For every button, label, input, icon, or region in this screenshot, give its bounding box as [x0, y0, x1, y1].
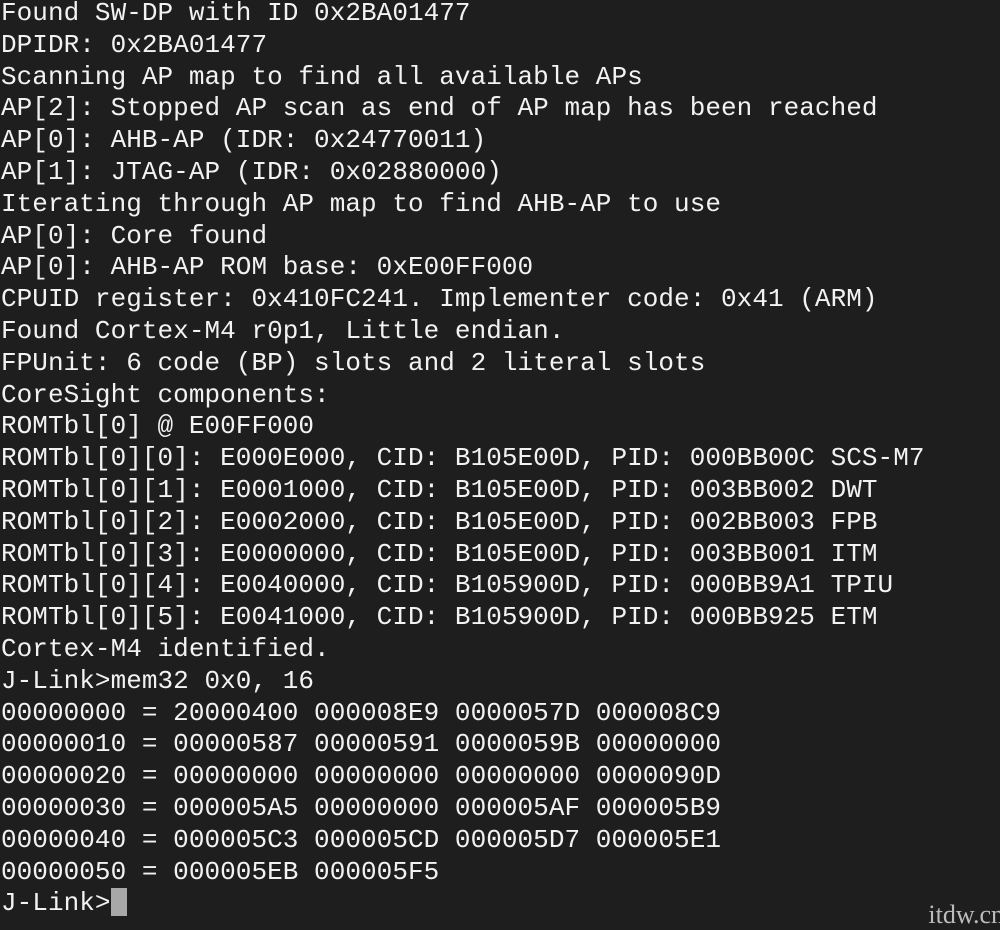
terminal-line: AP[0]: Core found [1, 220, 268, 251]
terminal-line: ROMTbl[0][4]: E0040000, CID: B105900D, P… [1, 570, 894, 601]
terminal-line: ROMTbl[0][1]: E0001000, CID: B105E00D, P… [1, 474, 878, 505]
terminal-line: AP[0]: AHB-AP (IDR: 0x24770011) [1, 125, 487, 156]
prompt-line[interactable]: J-Link> [1, 888, 925, 920]
terminal-line: 00000010 = 00000587 00000591 0000059B 00… [1, 729, 722, 760]
terminal-line: 00000020 = 00000000 00000000 00000000 00… [1, 761, 722, 792]
terminal-line: 00000050 = 000005EB 000005F5 [1, 856, 440, 887]
cursor [110, 888, 127, 917]
terminal-line: ROMTbl[0][0]: E000E000, CID: B105E00D, P… [1, 443, 925, 474]
terminal-line: FPUnit: 6 code (BP) slots and 2 literal … [1, 347, 706, 378]
terminal-line: Found SW-DP with ID 0x2BA01477 [1, 0, 471, 28]
terminal-line: Iterating through AP map to find AHB-AP … [1, 188, 722, 219]
terminal-line: ROMTbl[0][5]: E0041000, CID: B105900D, P… [1, 602, 878, 633]
terminal-line: CoreSight components: [1, 379, 330, 410]
terminal-line: Found Cortex-M4 r0p1, Little endian. [1, 315, 565, 346]
terminal-line: DPIDR: 0x2BA01477 [1, 29, 268, 60]
terminal-line: J-Link>mem32 0x0, 16 [1, 665, 315, 696]
terminal-line: AP[1]: JTAG-AP (IDR: 0x02880000) [1, 156, 502, 187]
prompt: J-Link> [1, 888, 111, 919]
terminal-line: 00000040 = 000005C3 000005CD 000005D7 00… [1, 824, 722, 855]
terminal-line: ROMTbl[0][3]: E0000000, CID: B105E00D, P… [1, 538, 878, 569]
terminal-line: AP[0]: AHB-AP ROM base: 0xE00FF000 [1, 252, 534, 283]
terminal-line: CPUID register: 0x410FC241. Implementer … [1, 284, 878, 315]
terminal-line: 00000000 = 20000400 000008E9 0000057D 00… [1, 697, 722, 728]
terminal-line: AP[2]: Stopped AP scan as end of AP map … [1, 93, 878, 124]
terminal-line: ROMTbl[0] @ E00FF000 [1, 411, 315, 442]
terminal-output[interactable]: Found SW-DP with ID 0x2BA01477 DPIDR: 0x2… [1, 0, 925, 920]
watermark: itdw.cn [928, 900, 1000, 929]
terminal-line: Cortex-M4 identified. [1, 633, 330, 664]
terminal-line: ROMTbl[0][2]: E0002000, CID: B105E00D, P… [1, 506, 878, 537]
terminal-line: 00000030 = 000005A5 00000000 000005AF 00… [1, 792, 722, 823]
terminal-line: Scanning AP map to find all available AP… [1, 61, 643, 92]
